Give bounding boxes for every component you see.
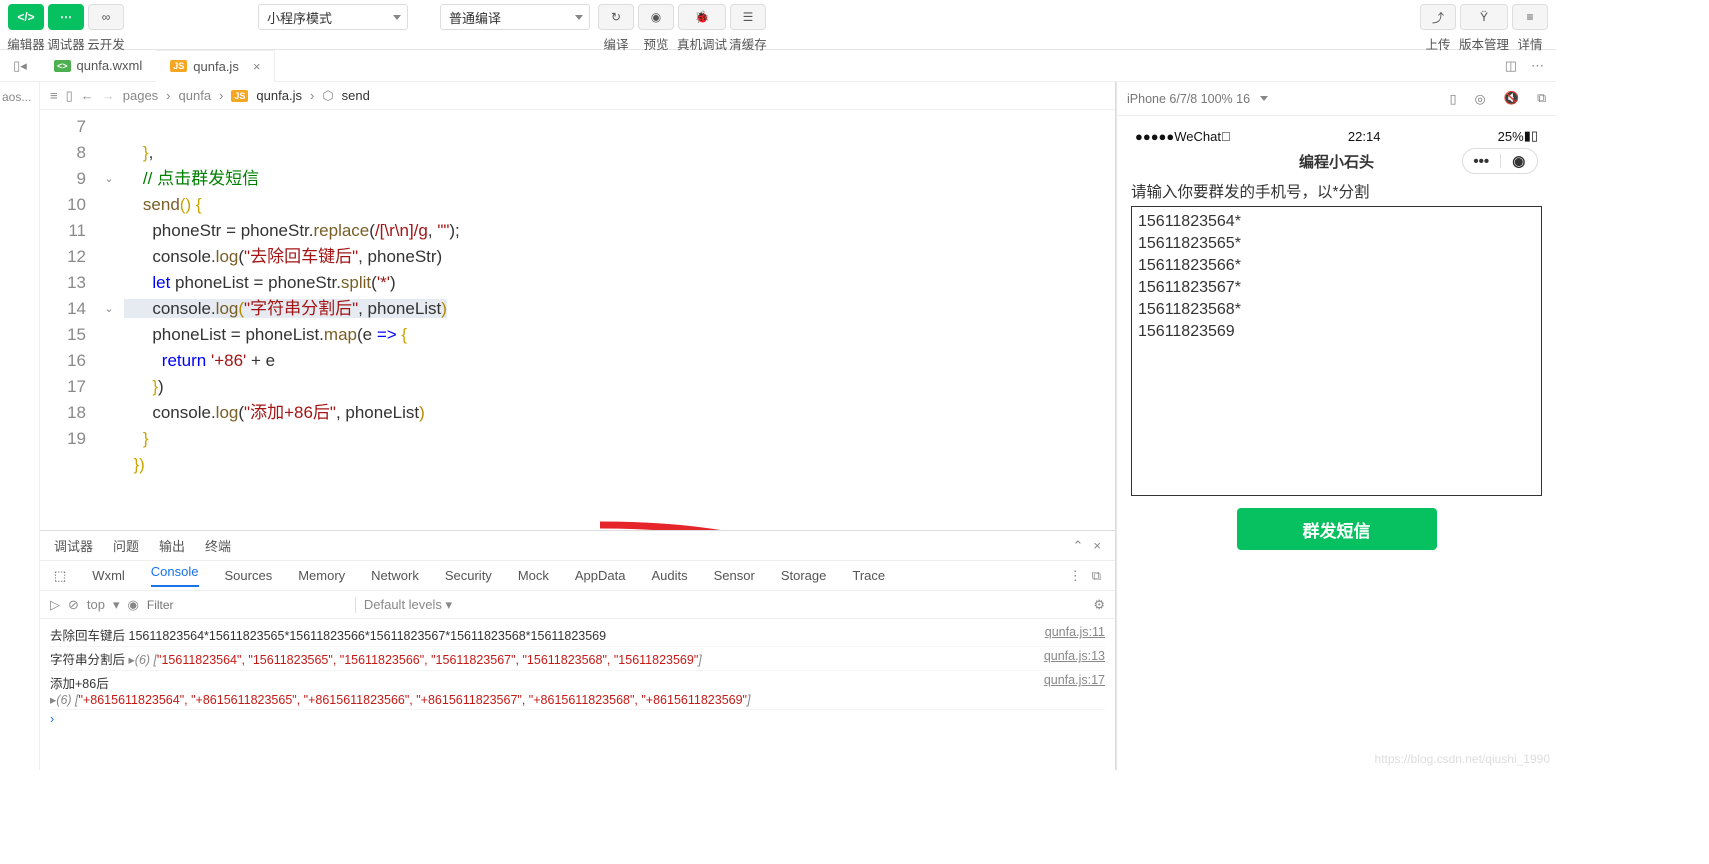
debugger-toggle-button[interactable]: ⋯ bbox=[48, 4, 84, 30]
simulator-pane: iPhone 6/7/8 100% 16 ▯ ◎ 🔇 ⧉ ●●●●● WeCha… bbox=[1116, 82, 1556, 770]
devtools-more-icon[interactable]: ⋮ bbox=[1069, 568, 1082, 584]
devtab-appdata[interactable]: AppData bbox=[575, 568, 626, 583]
method-icon: ⬡ bbox=[322, 88, 333, 104]
file-tab-bar: ▯◂ <>qunfa.wxml JSqunfa.js× ◫ ⋯ bbox=[0, 50, 1556, 82]
annotation-arrow bbox=[580, 430, 980, 530]
sim-mute-icon[interactable]: 🔇 bbox=[1503, 91, 1519, 106]
clear-cache-button[interactable]: ☰ bbox=[730, 4, 766, 30]
panel-tab-output[interactable]: 输出 bbox=[159, 536, 185, 555]
source-link[interactable]: qunfa.js:13 bbox=[1034, 649, 1105, 668]
panel-tab-debugger[interactable]: 调试器 bbox=[54, 536, 93, 555]
watermark: https://blog.csdn.net/qiushi_1990 bbox=[1375, 752, 1550, 766]
eye-icon[interactable]: ◉ bbox=[128, 597, 139, 613]
console-prompt[interactable]: › bbox=[50, 710, 1105, 728]
nav-fwd-icon: → bbox=[102, 88, 115, 103]
context-select[interactable]: top bbox=[87, 597, 105, 612]
run-icon[interactable]: ▷ bbox=[50, 597, 60, 613]
top-toolbar: </> ⋯ ∞ 编辑器 调试器 云开发 小程序模式 普通编译 ↻ ◉ 🐞 ☰ 编… bbox=[0, 0, 1556, 50]
clear-console-icon[interactable]: ⊘ bbox=[68, 597, 79, 613]
sim-popout-icon[interactable]: ⧉ bbox=[1537, 91, 1546, 106]
bottom-panel: 调试器 问题 输出 终端 ⌃ × ⬚ Wxml Console Sources … bbox=[40, 530, 1115, 770]
close-icon[interactable]: × bbox=[253, 59, 261, 74]
tab-qunfa-js[interactable]: JSqunfa.js× bbox=[156, 50, 275, 82]
phone-textarea[interactable]: 15611823564* 15611823565* 15611823566* 1… bbox=[1131, 206, 1542, 496]
editor-toggle-button[interactable]: </> bbox=[8, 4, 44, 30]
panel-tab-problems[interactable]: 问题 bbox=[113, 536, 139, 555]
explorer-toggle-icon[interactable]: ▯◂ bbox=[0, 58, 40, 74]
devtab-storage[interactable]: Storage bbox=[781, 568, 827, 583]
cloud-dev-button[interactable]: ∞ bbox=[88, 4, 124, 30]
wifi-icon:  bbox=[1221, 129, 1231, 144]
more-actions-icon[interactable]: ⋯ bbox=[1531, 58, 1544, 74]
panel-tab-terminal[interactable]: 终端 bbox=[205, 536, 231, 555]
devtab-memory[interactable]: Memory bbox=[298, 568, 345, 583]
remote-debug-button[interactable]: 🐞 bbox=[678, 4, 726, 30]
devtab-mock[interactable]: Mock bbox=[518, 568, 549, 583]
upload-button[interactable]: ⤴ bbox=[1420, 4, 1456, 30]
devtab-sources[interactable]: Sources bbox=[225, 568, 273, 583]
devtab-network[interactable]: Network bbox=[371, 568, 419, 583]
fold-icon[interactable]: ⌄ bbox=[102, 166, 116, 192]
tab-qunfa-wxml[interactable]: <>qunfa.wxml bbox=[40, 50, 156, 82]
devtab-trace[interactable]: Trace bbox=[852, 568, 885, 583]
panel-collapse-icon[interactable]: ⌃ bbox=[1073, 538, 1084, 554]
filter-input[interactable] bbox=[147, 598, 347, 612]
devtools-tabs: ⬚ Wxml Console Sources Memory Network Se… bbox=[40, 561, 1115, 591]
version-button[interactable]: Ÿ bbox=[1460, 4, 1508, 30]
bookmark-icon[interactable]: ▯ bbox=[66, 88, 73, 104]
split-editor-icon[interactable]: ◫ bbox=[1505, 58, 1517, 74]
page-title: 编程小石头 bbox=[1299, 151, 1374, 172]
devtab-sensor[interactable]: Sensor bbox=[714, 568, 755, 583]
devtab-console[interactable]: Console bbox=[151, 564, 199, 587]
capsule-close-icon[interactable]: ◉ bbox=[1501, 152, 1538, 170]
compile-button[interactable]: ↻ bbox=[598, 4, 634, 30]
input-hint: 请输入你要群发的手机号，以*分割 bbox=[1131, 176, 1542, 206]
levels-select[interactable]: Default levels ▾ bbox=[355, 597, 452, 613]
send-sms-button[interactable]: 群发短信 bbox=[1237, 508, 1437, 550]
inspect-icon[interactable]: ⬚ bbox=[54, 568, 66, 584]
nav-back-icon[interactable]: ← bbox=[81, 88, 94, 103]
left-sidebar: aos... bbox=[0, 82, 40, 770]
devtools-dock-icon[interactable]: ⧉ bbox=[1092, 568, 1101, 584]
page-nav-bar: 编程小石头 ••• ◉ bbox=[1131, 146, 1542, 176]
outline-icon[interactable]: ≡ bbox=[50, 88, 58, 103]
devtab-audits[interactable]: Audits bbox=[651, 568, 687, 583]
line-numbers: 78910111213141516171819 bbox=[40, 110, 100, 530]
mode-select[interactable]: 小程序模式 bbox=[258, 4, 408, 30]
compile-select[interactable]: 普通编译 bbox=[440, 4, 590, 30]
settings-icon[interactable]: ⚙ bbox=[1093, 597, 1105, 613]
code-editor[interactable]: 78910111213141516171819 ⌄ ⌄ }, // 点击群发短信 … bbox=[40, 110, 1115, 530]
code-content[interactable]: }, // 点击群发短信 send() { phoneStr = phoneSt… bbox=[100, 110, 468, 530]
device-select[interactable]: iPhone 6/7/8 100% 16 bbox=[1127, 92, 1250, 106]
devtab-security[interactable]: Security bbox=[445, 568, 492, 583]
devtab-wxml[interactable]: Wxml bbox=[92, 568, 125, 583]
sim-phone-icon[interactable]: ▯ bbox=[1450, 91, 1457, 106]
source-link[interactable]: qunfa.js:11 bbox=[1035, 625, 1105, 644]
battery-icon: ▮▯ bbox=[1524, 128, 1538, 144]
panel-close-icon[interactable]: × bbox=[1093, 538, 1101, 554]
console-output[interactable]: 去除回车键后 15611823564*15611823565*156118235… bbox=[40, 619, 1115, 770]
phone-status-bar: ●●●●● WeChat  22:14 25% ▮▯ bbox=[1131, 126, 1542, 146]
capsule-menu-icon[interactable]: ••• bbox=[1463, 153, 1500, 170]
fold-icon[interactable]: ⌄ bbox=[102, 296, 116, 322]
details-button[interactable]: ≡ bbox=[1512, 4, 1548, 30]
sim-record-icon[interactable]: ◎ bbox=[1475, 91, 1486, 106]
preview-button[interactable]: ◉ bbox=[638, 4, 674, 30]
source-link[interactable]: qunfa.js:17 bbox=[1034, 673, 1105, 692]
breadcrumb[interactable]: ≡ ▯ ← → pages› qunfa› JSqunfa.js› ⬡send bbox=[40, 82, 1115, 110]
